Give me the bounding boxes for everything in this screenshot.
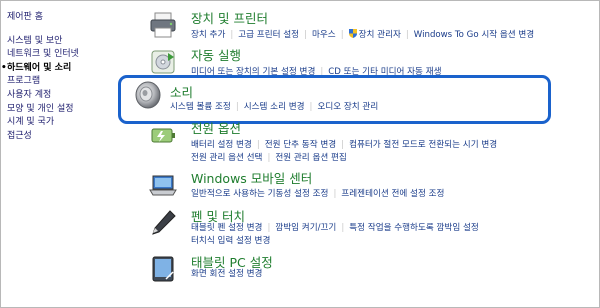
link-separator: | [341,140,345,150]
pen-links-row2: 터치식 입력 설정 변경 [191,234,270,246]
power-links-row1: 배터리 설정 변경 | 전원 단추 동작 변경 | 컴퓨터가 절전 모드로 전환되는 시… [191,138,497,150]
link-separator: | [267,153,271,163]
tablet-pc-icon[interactable] [148,254,178,284]
devices-links: 장치 추가 | 고급 프린터 설정 | 마우스 | 장치 관리자 | Windows To Go… [191,28,534,40]
link-windows-to-go[interactable]: Windows To Go 시작 옵션 변경 [414,30,534,40]
speaker-icon[interactable] [133,80,163,110]
link-separator: | [235,102,239,112]
mobility-links: 일반적으로 사용하는 기동성 설정 조정 | 프레젠테이션 전에 설정 조정 [191,187,444,199]
link-change-touch-input[interactable]: 터치식 입력 설정 변경 [191,236,270,246]
link-separator: | [230,30,234,40]
tablet-links: 화면 회전 설정 변경 [191,267,262,279]
link-separator: | [309,102,313,112]
link-advanced-printer-setup[interactable]: 고급 프린터 설정 [238,30,299,40]
link-edit-power-plan[interactable]: 전원 관리 옵션 편집 [275,153,346,163]
link-adjust-mobility-settings[interactable]: 일반적으로 사용하는 기동성 설정 조정 [191,189,328,199]
autoplay-icon[interactable] [148,47,178,77]
pen-links-row1: 태블릿 펜 설정 변경 | 깜박임 켜기/끄기 | 특정 작업을 수행하도록 깜박임 설… [191,221,479,233]
main-content: 장치 및 프린터 장치 추가 | 고급 프린터 설정 | 마우스 | 장치 관리자 | Wind… [0,0,600,308]
link-separator: | [256,140,260,150]
printer-icon[interactable] [148,10,178,40]
link-manage-audio-devices[interactable]: 오디오 장치 관리 [317,102,378,112]
link-change-system-sounds[interactable]: 시스템 소리 변경 [244,102,305,112]
link-adjust-presentation[interactable]: 프레젠테이션 전에 설정 조정 [341,189,444,199]
power-icon[interactable] [148,120,178,150]
category-title-sound[interactable]: 소리 [170,82,193,101]
shield-icon [348,29,357,38]
category-title-devices[interactable]: 장치 및 프린터 [191,8,268,27]
link-device-manager[interactable]: 장치 관리자 [348,29,401,40]
link-separator: | [333,189,337,199]
link-separator: | [267,223,271,233]
link-toggle-flicks[interactable]: 깜박임 켜기/끄기 [275,223,336,233]
mobility-center-icon[interactable] [148,170,178,200]
link-adjust-system-volume[interactable]: 시스템 볼륨 조정 [170,102,231,112]
link-change-screen-rotation[interactable]: 화면 회전 설정 변경 [191,269,262,279]
link-mouse[interactable]: 마우스 [312,30,336,40]
link-separator: | [304,30,307,40]
link-separator: | [341,223,345,233]
link-separator: | [340,30,344,40]
link-change-power-button[interactable]: 전원 단추 동작 변경 [265,140,336,150]
link-set-flicks[interactable]: 특정 작업을 수행하도록 깜박임 설정 [349,223,479,233]
link-add-device[interactable]: 장치 추가 [191,30,225,40]
link-choose-power-plan[interactable]: 전원 관리 옵션 선택 [191,153,262,163]
power-links-row2: 전원 관리 옵션 선택 | 전원 관리 옵션 편집 [191,151,347,163]
link-device-manager-label: 장치 관리자 [358,30,401,40]
pen-touch-icon[interactable] [148,208,178,238]
sound-links: 시스템 볼륨 조정 | 시스템 소리 변경 | 오디오 장치 관리 [170,100,378,112]
link-change-sleep-time[interactable]: 컴퓨터가 절전 모드로 전환되는 시기 변경 [349,140,497,150]
category-title-mobility[interactable]: Windows 모바일 센터 [191,168,312,187]
link-separator: | [405,30,409,40]
category-title-autoplay[interactable]: 자동 실행 [191,45,241,64]
category-title-power[interactable]: 전원 옵션 [191,118,241,137]
link-change-pen-settings[interactable]: 태블릿 펜 설정 변경 [191,223,262,233]
link-change-battery-settings[interactable]: 배터리 설정 변경 [191,140,252,150]
